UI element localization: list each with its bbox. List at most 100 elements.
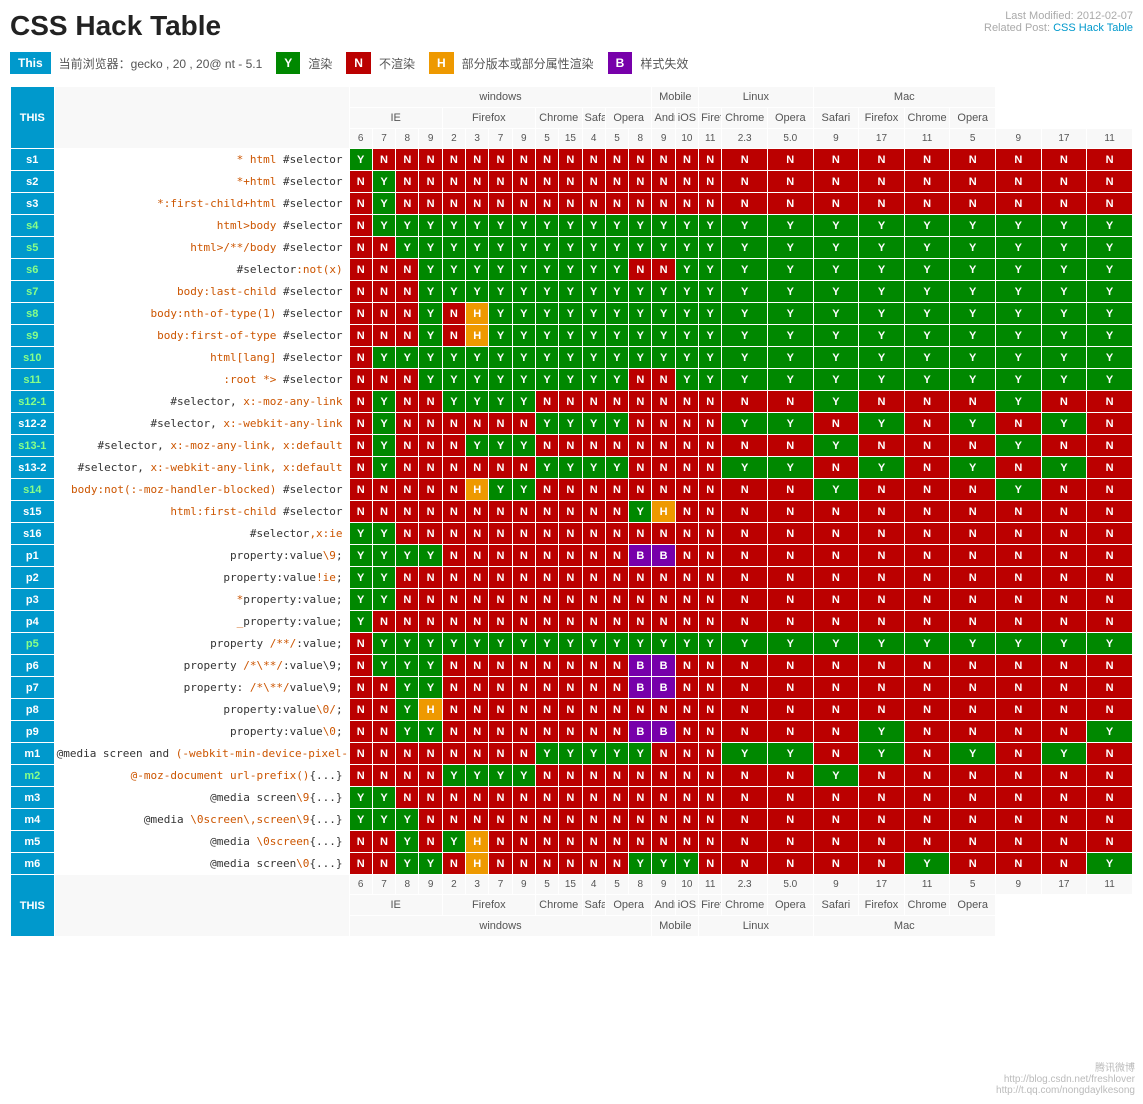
support-cell: N: [722, 435, 767, 456]
support-cell: N: [606, 765, 628, 786]
os-group: Linux: [699, 87, 813, 107]
support-cell: N: [536, 391, 558, 412]
support-cell: Y: [859, 721, 904, 742]
support-cell: N: [768, 699, 813, 720]
selector-cell: property: /*\**/value\9;: [55, 677, 349, 698]
support-cell: N: [396, 193, 418, 214]
support-cell: N: [859, 171, 904, 192]
support-cell: N: [950, 523, 995, 544]
support-cell: Y: [652, 853, 674, 874]
support-cell: N: [443, 611, 465, 632]
support-cell: N: [629, 567, 651, 588]
support-cell: N: [443, 523, 465, 544]
support-cell: Y: [536, 237, 558, 258]
support-cell: N: [629, 457, 651, 478]
version-footer: 9: [419, 875, 441, 894]
browser-group-footer: Safari: [583, 895, 605, 915]
support-cell: N: [350, 853, 372, 874]
support-cell: Y: [536, 281, 558, 302]
support-cell: N: [536, 589, 558, 610]
support-cell: Y: [814, 259, 859, 280]
support-cell: N: [950, 435, 995, 456]
support-cell: Y: [513, 479, 535, 500]
support-cell: Y: [905, 325, 950, 346]
support-cell: N: [606, 831, 628, 852]
support-cell: Y: [768, 369, 813, 390]
browser-group: Chrome: [722, 108, 767, 128]
version-header: 5: [536, 129, 558, 148]
support-cell: N: [466, 743, 488, 764]
version-header: 17: [1042, 129, 1087, 148]
browser-group-footer: Opera: [606, 895, 652, 915]
support-cell: N: [814, 853, 859, 874]
support-cell: N: [996, 171, 1041, 192]
version-footer: 8: [629, 875, 651, 894]
os-group: Mobile: [652, 87, 698, 107]
support-cell: N: [699, 743, 721, 764]
support-cell: N: [1087, 479, 1132, 500]
support-cell: N: [814, 193, 859, 214]
support-cell: N: [859, 831, 904, 852]
support-cell: N: [1042, 171, 1087, 192]
support-cell: N: [1087, 611, 1132, 632]
support-cell: N: [489, 501, 511, 522]
support-cell: N: [350, 435, 372, 456]
browser-group-footer: iOS: [676, 895, 698, 915]
support-cell: N: [559, 523, 581, 544]
support-cell: Y: [396, 677, 418, 698]
support-cell: N: [768, 655, 813, 676]
support-cell: N: [489, 655, 511, 676]
support-cell: Y: [950, 259, 995, 280]
support-cell: N: [859, 435, 904, 456]
support-cell: Y: [559, 369, 581, 390]
support-cell: Y: [513, 435, 535, 456]
support-cell: N: [396, 369, 418, 390]
support-cell: Y: [606, 413, 628, 434]
support-cell: N: [466, 787, 488, 808]
support-cell: N: [722, 699, 767, 720]
support-cell: Y: [814, 303, 859, 324]
selector-cell: html:first-child #selector: [55, 501, 349, 522]
row-id: s15: [11, 501, 54, 522]
support-cell: N: [396, 325, 418, 346]
support-cell: N: [583, 435, 605, 456]
selector-cell: body:nth-of-type(1) #selector: [55, 303, 349, 324]
support-cell: N: [699, 567, 721, 588]
support-cell: N: [419, 743, 441, 764]
version-footer: 11: [1087, 875, 1132, 894]
support-cell: N: [419, 171, 441, 192]
support-cell: N: [466, 171, 488, 192]
browser-group: Firefox: [443, 108, 535, 128]
related-link[interactable]: CSS Hack Table: [1053, 22, 1133, 34]
support-cell: N: [350, 171, 372, 192]
support-cell: Y: [373, 567, 395, 588]
support-cell: Y: [768, 281, 813, 302]
support-cell: N: [652, 787, 674, 808]
legend-h-text: 部分版本或部分属性渲染: [458, 55, 604, 72]
support-cell: N: [814, 809, 859, 830]
support-cell: N: [419, 457, 441, 478]
support-cell: N: [629, 787, 651, 808]
support-cell: N: [373, 501, 395, 522]
support-cell: Y: [996, 259, 1041, 280]
support-cell: Y: [443, 369, 465, 390]
support-cell: N: [629, 831, 651, 852]
support-cell: N: [1087, 501, 1132, 522]
selector-cell: *:first-child+html #selector: [55, 193, 349, 214]
support-cell: N: [652, 699, 674, 720]
support-cell: Y: [396, 215, 418, 236]
version-footer: 7: [489, 875, 511, 894]
support-cell: N: [396, 435, 418, 456]
support-cell: N: [950, 655, 995, 676]
support-cell: N: [814, 787, 859, 808]
support-cell: N: [396, 589, 418, 610]
support-cell: Y: [652, 281, 674, 302]
support-cell: Y: [722, 281, 767, 302]
support-cell: N: [373, 611, 395, 632]
support-cell: N: [722, 765, 767, 786]
support-cell: N: [443, 413, 465, 434]
support-cell: N: [350, 325, 372, 346]
support-cell: Y: [905, 853, 950, 874]
support-cell: N: [419, 611, 441, 632]
support-cell: N: [859, 567, 904, 588]
